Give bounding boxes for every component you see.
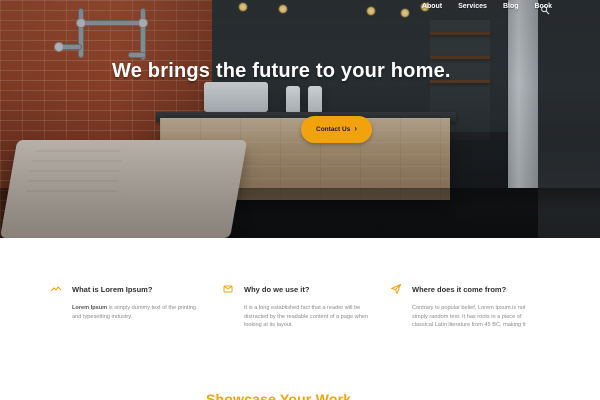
ceiling-lamp [278, 4, 288, 14]
mail-icon [222, 283, 234, 295]
pipe [128, 52, 146, 58]
pipe [78, 8, 84, 58]
espresso-machine [204, 82, 268, 112]
feature-card: What is Lorem Ipsum? Lorem Ipsum is simp… [50, 282, 210, 372]
feature-title: Why do we use it? [244, 284, 310, 294]
ceiling-lamp [238, 2, 248, 12]
nav-blog-link[interactable]: Blog [503, 0, 519, 14]
shelf [430, 32, 490, 35]
shelf [430, 56, 490, 59]
feature-header: Why do we use it? [222, 282, 382, 296]
nav-about-link[interactable]: About [422, 0, 442, 14]
feature-header: What is Lorem Ipsum? [50, 282, 210, 296]
ceiling-lamp [400, 8, 410, 18]
feature-title: Where does it come from? [412, 284, 507, 294]
section-title: Showcase Your Work [206, 391, 352, 400]
feature-title: What is Lorem Ipsum? [72, 284, 153, 294]
landing-page: About Services Blog Book We brings the f… [0, 0, 600, 400]
pipe-joint [54, 42, 64, 52]
feature-description: Contrary to popular belief, Lorem Ipsum … [412, 305, 526, 329]
concrete-column [508, 0, 538, 188]
ceiling-lamp [366, 6, 376, 16]
pipe-joint [76, 18, 86, 28]
sofa [0, 140, 248, 238]
feature-card: Where does it come from? Contrary to pop… [390, 282, 550, 372]
search-icon[interactable] [540, 2, 550, 15]
feature-description-emphasis: Lorem Ipsum [72, 305, 108, 311]
features-section: What is Lorem Ipsum? Lorem Ipsum is simp… [0, 238, 600, 400]
feature-card: Why do we use it? It is a long establish… [222, 282, 382, 372]
feature-header: Where does it come from? [390, 282, 550, 296]
coffee-grinder [308, 86, 322, 114]
hero-title: We brings the future to your home. [112, 60, 451, 82]
contact-us-label: Contact Us [316, 126, 351, 133]
paper-plane-icon [390, 283, 402, 295]
coffee-grinder [286, 86, 300, 114]
hero-section: About Services Blog Book We brings the f… [0, 0, 600, 238]
top-navigation: About Services Blog Book [422, 0, 552, 14]
feature-description: Lorem Ipsum is simply dummy text of the … [72, 304, 202, 321]
pipe-joint [138, 18, 148, 28]
nav-services-link[interactable]: Services [458, 0, 487, 14]
chevron-right-icon: › [354, 124, 357, 133]
contact-us-button[interactable]: Contact Us › [301, 116, 372, 143]
wave-icon [50, 283, 62, 295]
feature-description: It is a long established fact that a rea… [244, 305, 369, 329]
pipe [78, 20, 146, 26]
